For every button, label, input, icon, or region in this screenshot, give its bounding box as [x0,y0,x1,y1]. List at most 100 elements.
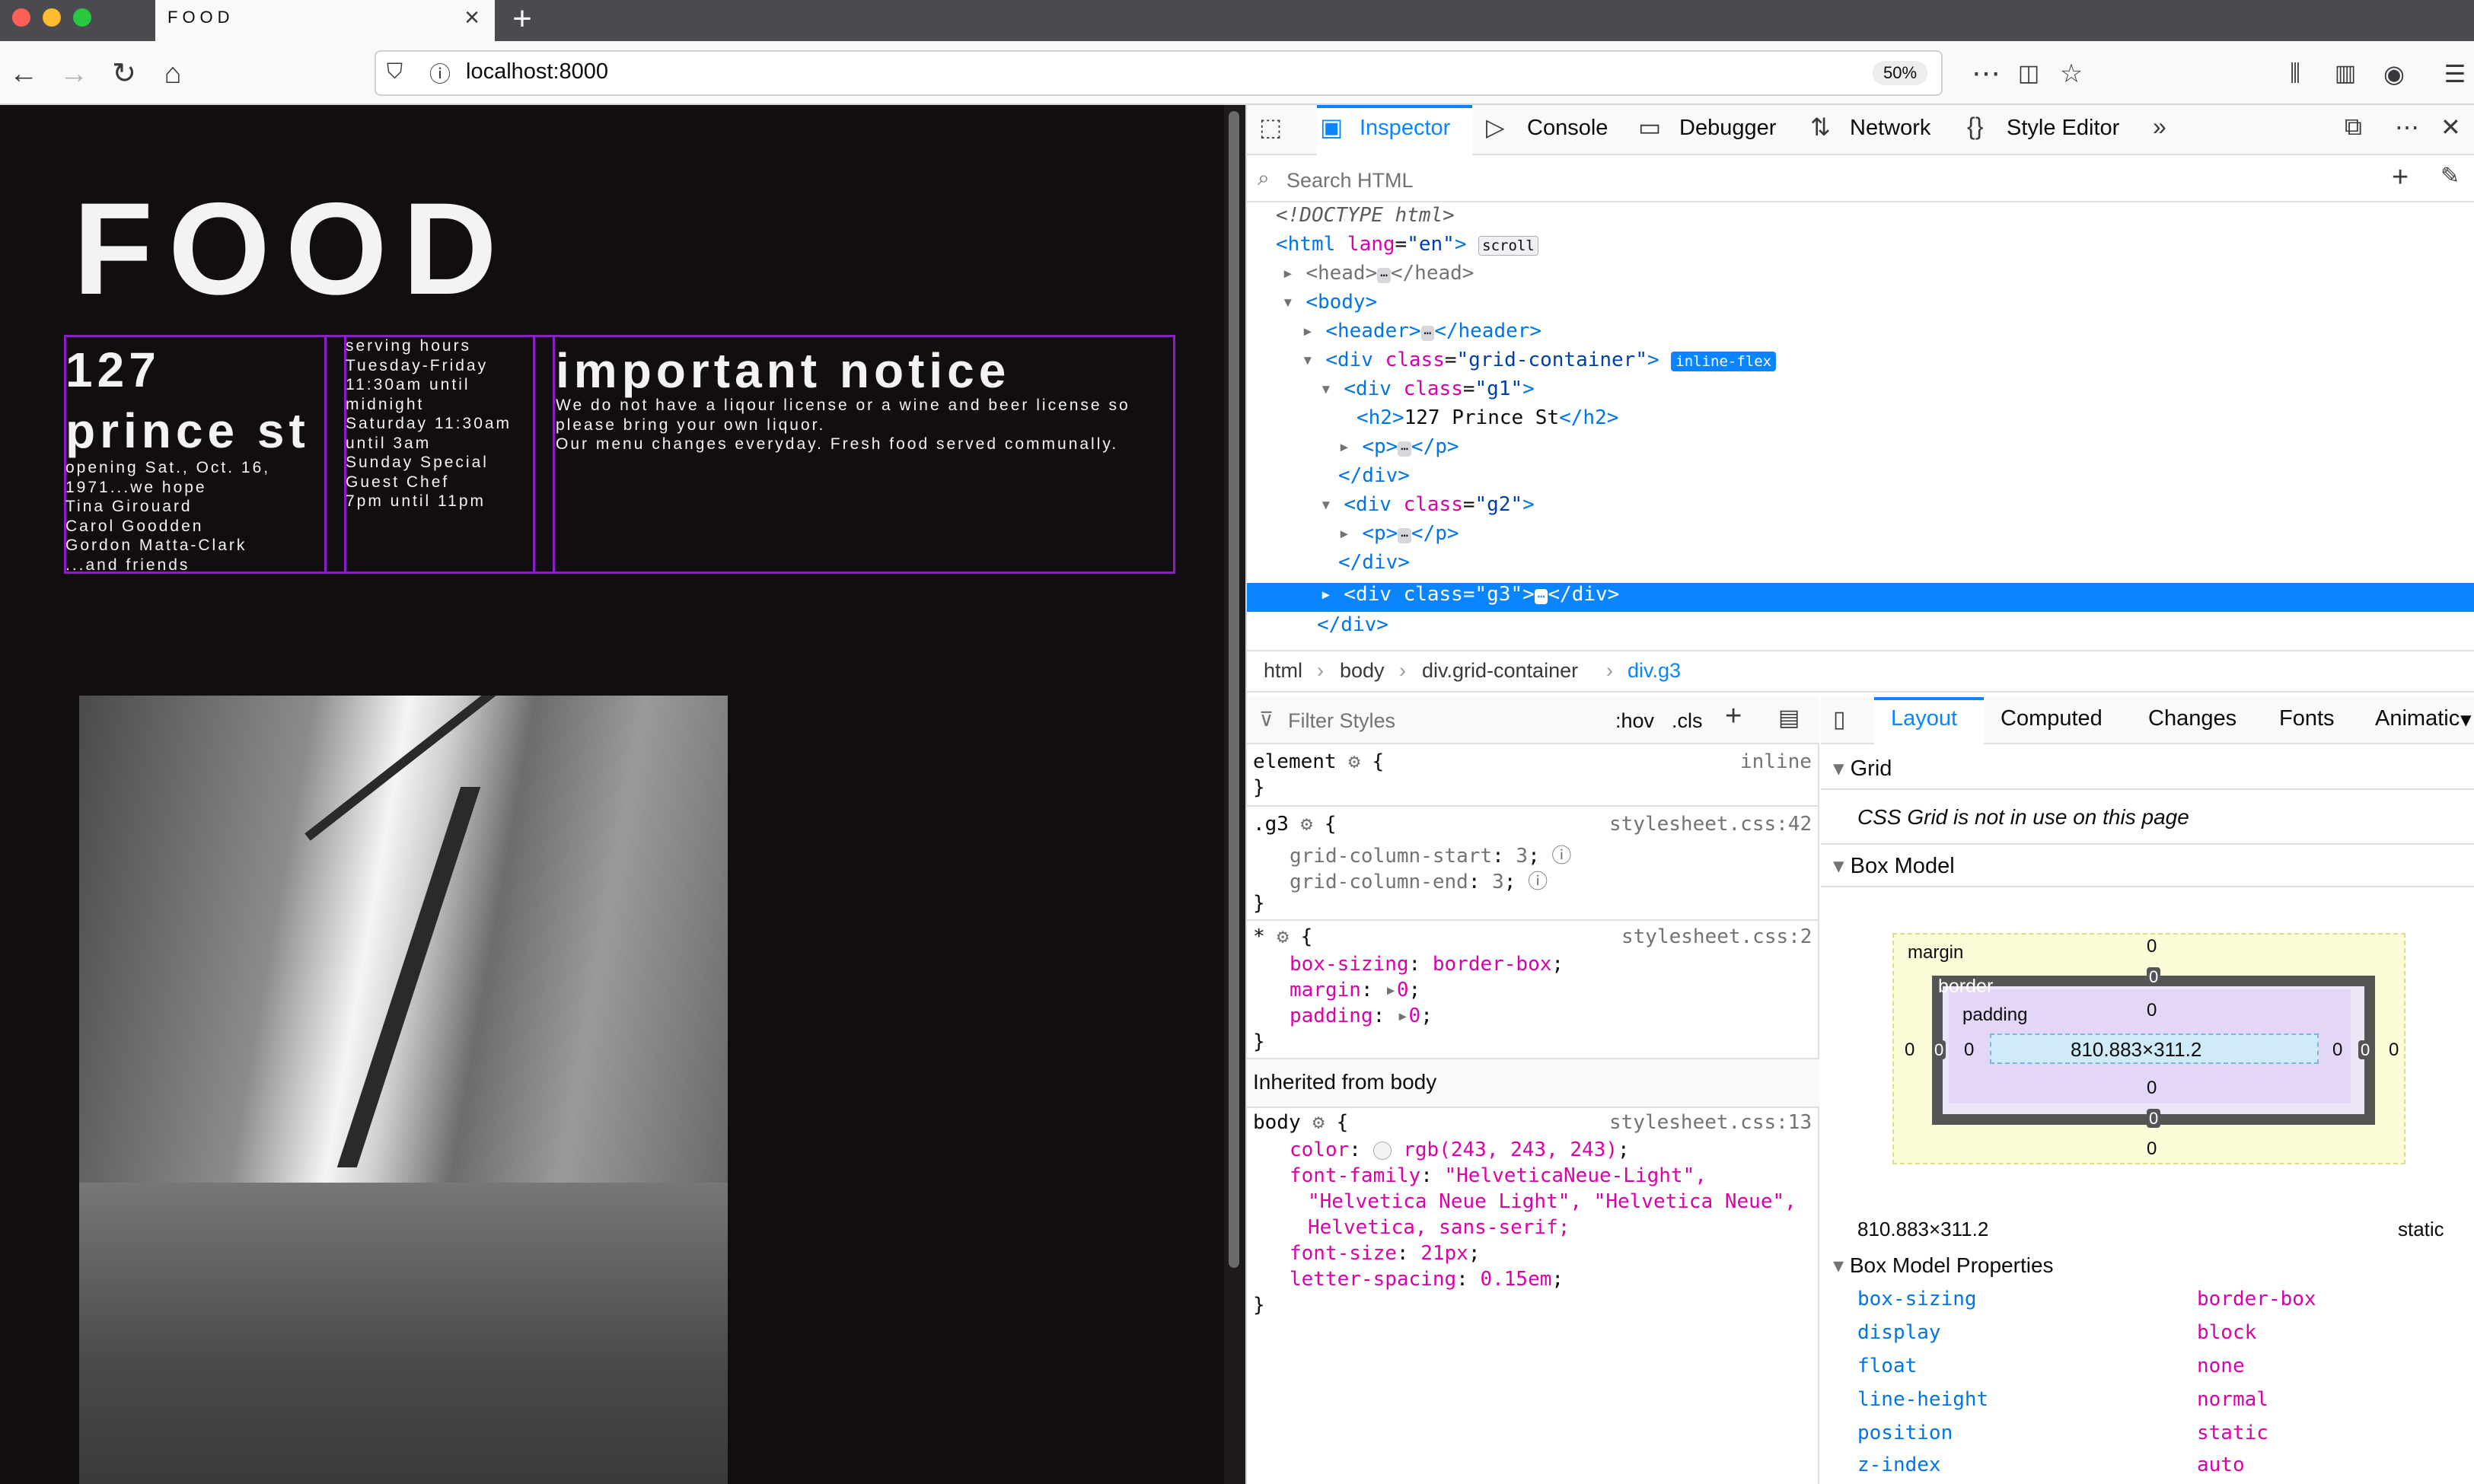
body-node[interactable]: ▾ <body> [1282,291,1377,314]
tab-network[interactable]: Network [1850,116,1930,141]
pocket-icon[interactable]: ◫ [2010,55,2048,93]
body-letter-spacing-row[interactable]: letter-spacing: 0.15em; [1290,1268,1564,1291]
zoom-badge[interactable]: 50% [1873,61,1927,85]
url-text[interactable]: localhost:8000 [466,59,608,84]
margin-right[interactable]: 0 [2389,1040,2399,1061]
color-swatch[interactable] [1372,1141,1392,1160]
element-picker-icon[interactable]: ⬚ [1259,113,1282,142]
tab-console[interactable]: Console [1527,116,1608,141]
breadcrumb-body[interactable]: body [1340,659,1385,683]
header-node[interactable]: ▸ <header> ⋯ </header> [1302,320,1541,342]
padding-top[interactable]: 0 [2147,1000,2157,1021]
tab-inspector[interactable]: Inspector [1360,116,1450,141]
body-font-size-row[interactable]: font-size: 21px; [1290,1242,1480,1265]
eyedropper-icon[interactable]: ✎ [2441,163,2460,189]
g2-p-node[interactable]: ▸ <p> ⋯ </p> [1338,522,1459,545]
url-bar[interactable] [375,50,1943,96]
g3-prop-row[interactable]: grid-column-start: 3; ⓘ [1290,840,1571,868]
tab-style-editor[interactable]: Style Editor [2007,116,2119,141]
padding-left[interactable]: 0 [1964,1040,1974,1061]
element-rule-source[interactable]: inline [1740,750,1812,773]
tab-layout[interactable]: Layout [1891,706,1957,731]
hov-toggle[interactable]: :hov [1615,709,1654,733]
tab-changes[interactable]: Changes [2148,706,2236,731]
g3-prop-row[interactable]: grid-column-end: 3; ⓘ [1290,866,1548,894]
star-rule-source[interactable]: stylesheet.css:2 [1621,925,1812,948]
border-top[interactable]: 0 [2147,967,2161,986]
head-node[interactable]: ▸ <head> ⋯ </head> [1282,262,1474,285]
toggle-sidebar-icon[interactable]: ▯ [1833,706,1846,733]
home-icon[interactable]: ⌂ [154,55,192,93]
cls-toggle[interactable]: .cls [1672,709,1703,733]
tab-computed[interactable]: Computed [2001,706,2103,731]
search-html-input[interactable]: Search HTML [1286,169,1414,193]
padding-bottom[interactable]: 0 [2147,1078,2157,1099]
content-size[interactable]: 810.883×311.2 [2071,1038,2201,1062]
breadcrumb-grid-container[interactable]: div.grid-container [1422,659,1578,683]
breadcrumb-g3[interactable]: div.g3 [1628,659,1681,683]
html-node[interactable]: <html lang="en"> scroll [1276,233,1538,256]
inline-flex-badge[interactable]: inline-flex [1671,352,1777,371]
back-icon[interactable]: ← [5,55,43,93]
add-node-icon[interactable]: + [2392,161,2409,194]
star-prop-row[interactable]: box-sizing: border-box; [1290,953,1564,976]
grid-container-node[interactable]: ▾ <div class="grid-container"> inline-fl… [1302,349,1777,371]
g1-close-node[interactable]: </div> [1338,464,1410,487]
chevron-down-icon[interactable]: ▾ [2460,706,2472,733]
body-color-row[interactable]: color: rgb(243, 243, 243); [1290,1138,1630,1161]
add-rule-icon[interactable]: + [1725,700,1742,733]
print-simulation-icon[interactable]: ▤ [1778,705,1800,731]
padding-right[interactable]: 0 [2332,1040,2342,1061]
h2-node[interactable]: <h2>127 Prince St</h2> [1357,406,1618,429]
more-tabs-icon[interactable]: » [2153,113,2166,141]
star-prop-row[interactable]: padding: ▸0; [1290,1005,1433,1027]
g3-node[interactable]: ▸ <div class="g3"> ⋯ </div> [1320,583,1619,606]
border-bottom[interactable]: 0 [2147,1109,2161,1128]
filter-styles-input[interactable]: Filter Styles [1288,709,1395,733]
account-icon[interactable]: ◉ [2375,55,2413,93]
g3-rule-source[interactable]: stylesheet.css:42 [1609,813,1812,836]
body-font-family-row[interactable]: font-family: "HelveticaNeue-Light", [1290,1164,1707,1187]
close-devtools-icon[interactable]: ✕ [2441,113,2461,142]
g2-close-node[interactable]: </div> [1338,551,1410,574]
doctype-line[interactable]: <!DOCTYPE html> [1276,204,1455,227]
page-scrollbar-thumb[interactable] [1229,111,1239,1268]
tab-animations[interactable]: Animatic [2375,706,2460,731]
forward-icon[interactable]: → [55,55,93,93]
tab-debugger[interactable]: Debugger [1679,116,1776,141]
box-model-section-toggle[interactable]: ▾ Box Model [1833,852,1955,879]
minimize-window-button[interactable] [43,8,61,27]
sidebar-icon[interactable]: ▥ [2326,55,2364,93]
border-left[interactable]: 0 [1932,1040,1946,1059]
more-actions-icon[interactable]: ⋯ [1967,55,2005,93]
tab-close-icon[interactable]: × [457,3,487,33]
dock-icon[interactable]: ⧉ [2345,113,2362,142]
reload-icon[interactable]: ↻ [105,55,143,93]
margin-bottom[interactable]: 0 [2147,1138,2157,1160]
grid-section-toggle[interactable]: ▾ Grid [1833,755,1892,782]
scroll-badge[interactable]: scroll [1478,236,1538,256]
tab-fonts[interactable]: Fonts [2279,706,2335,731]
box-model-properties-toggle[interactable]: ▾ Box Model Properties [1833,1253,2054,1278]
margin-left[interactable]: 0 [1905,1040,1914,1061]
g2-node[interactable]: ▾ <div class="g2"> [1320,493,1535,516]
menu-icon[interactable]: ☰ [2436,55,2474,93]
close-window-button[interactable] [12,8,30,27]
info-icon[interactable]: ⓘ [429,58,451,88]
body-font-family-cont[interactable]: Helvetica, sans-serif; [1308,1216,1570,1239]
library-icon[interactable]: ⫼ [2276,55,2314,93]
star-prop-row[interactable]: margin: ▸0; [1290,979,1420,1002]
g1-p-node[interactable]: ▸ <p> ⋯ </p> [1338,435,1459,458]
g1-node[interactable]: ▾ <div class="g1"> [1320,377,1535,400]
grid-container-close-node[interactable]: </div> [1317,613,1388,636]
breadcrumb-html[interactable]: html [1264,659,1302,683]
maximize-window-button[interactable] [73,8,91,27]
devtools-menu-icon[interactable]: ⋯ [2395,113,2419,142]
body-rule-source[interactable]: stylesheet.css:13 [1609,1111,1812,1134]
shield-icon[interactable]: ⛉ [387,59,403,84]
border-right[interactable]: 0 [2358,1040,2373,1059]
margin-top[interactable]: 0 [2147,936,2157,957]
new-tab-icon[interactable]: + [507,0,537,38]
body-font-family-cont[interactable]: "Helvetica Neue Light", "Helvetica Neue"… [1308,1190,1797,1213]
bookmark-star-icon[interactable]: ☆ [2052,55,2090,93]
